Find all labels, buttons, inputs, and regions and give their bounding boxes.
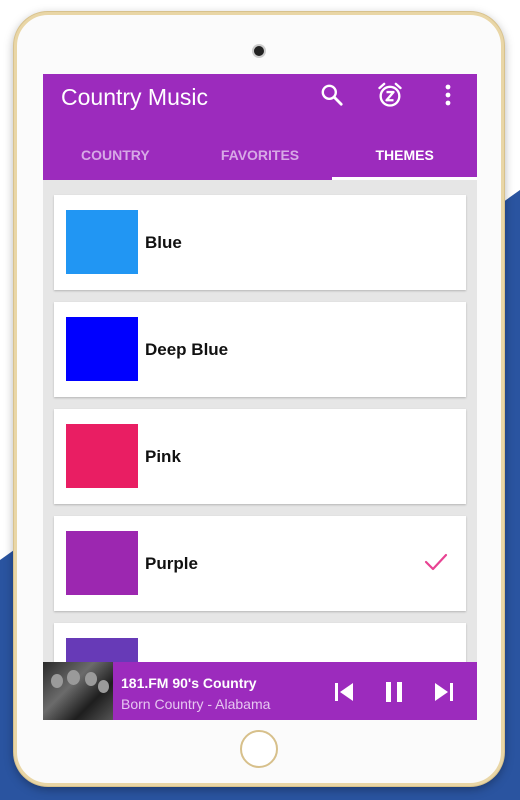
now-playing: Born Country - Alabama <box>121 696 270 712</box>
tab-bar: COUNTRY FAVORITES THEMES <box>43 130 477 180</box>
color-swatch <box>66 210 138 274</box>
check-icon <box>424 553 448 571</box>
camera-icon <box>254 46 264 56</box>
theme-item-pink[interactable]: Pink <box>54 409 466 504</box>
theme-name: Purple <box>145 554 198 573</box>
album-art <box>43 662 113 720</box>
app-title: Country Music <box>61 84 208 110</box>
theme-name: Deep Blue <box>145 340 229 359</box>
pause-icon[interactable] <box>381 680 407 704</box>
app-screen: Country Music COUNTRY FAVORITES THEMES B… <box>43 74 477 720</box>
tab-country[interactable]: COUNTRY <box>43 130 188 180</box>
skip-previous-icon[interactable] <box>331 680 357 704</box>
theme-name: Pink <box>145 447 181 466</box>
theme-list: Blue Deep Blue Pink Purple <box>54 195 466 720</box>
tab-themes[interactable]: THEMES <box>332 130 477 180</box>
sleep-timer-icon[interactable] <box>375 80 405 110</box>
song-title: Born Country <box>121 696 204 712</box>
home-button[interactable] <box>240 730 278 768</box>
app-bar: Country Music COUNTRY FAVORITES THEMES <box>43 74 477 180</box>
search-icon[interactable] <box>317 80 347 110</box>
color-swatch <box>66 531 138 595</box>
artist-name: Alabama <box>215 696 271 712</box>
color-swatch <box>66 424 138 488</box>
tab-favorites[interactable]: FAVORITES <box>188 130 333 180</box>
separator: - <box>203 696 216 712</box>
skip-next-icon[interactable] <box>431 680 457 704</box>
theme-item-deep-blue[interactable]: Deep Blue <box>54 302 466 397</box>
station-name: 181.FM 90's Country <box>121 675 257 691</box>
theme-name: Blue <box>145 233 182 252</box>
mini-player[interactable]: 181.FM 90's Country Born Country - Alaba… <box>43 662 477 720</box>
theme-item-blue[interactable]: Blue <box>54 195 466 290</box>
theme-item-purple[interactable]: Purple <box>54 516 466 611</box>
more-vert-icon[interactable] <box>433 80 463 110</box>
color-swatch <box>66 317 138 381</box>
